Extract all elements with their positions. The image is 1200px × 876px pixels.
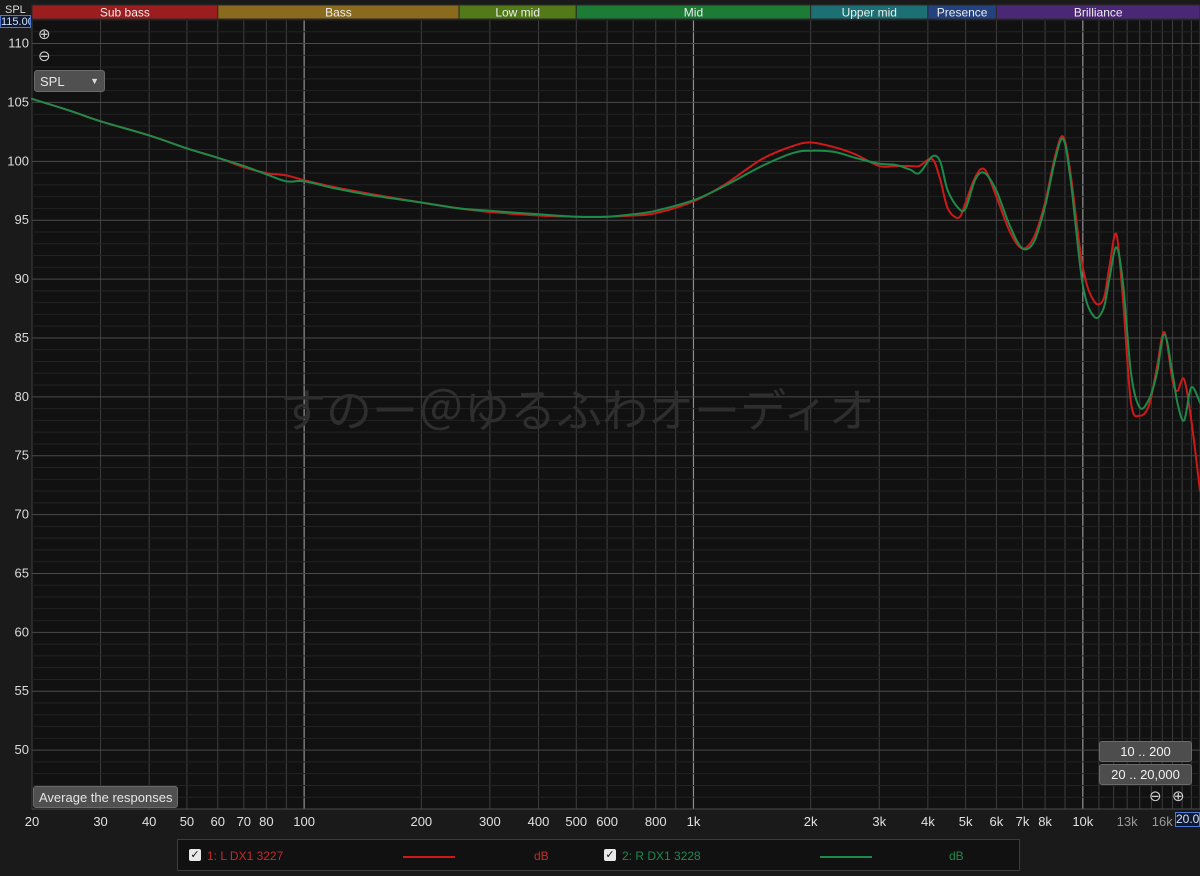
frequency-bands: Sub bass Bass Low mid Mid Upper mid Presence B… bbox=[31, 4, 1200, 20]
y-tick-label: 75 bbox=[15, 448, 29, 463]
x-tick-label: 5k bbox=[959, 814, 973, 829]
legend: ✓ 1: L DX1 3227 dB ✓ 2: R DX1 3228 dB bbox=[177, 839, 1020, 871]
x-tick-label: 100 bbox=[293, 814, 315, 829]
x-tick-label: 300 bbox=[479, 814, 501, 829]
y-tick-labels: 50 55 60 65 70 75 80 85 90 95 100 105 110 bbox=[7, 36, 29, 758]
y-tick-label: 55 bbox=[15, 683, 29, 698]
legend-swatch-2 bbox=[820, 856, 872, 858]
band-label: Low mid bbox=[495, 6, 540, 20]
x-zoom-out-icon[interactable]: ⊖ bbox=[1149, 789, 1162, 804]
x-tick-label: 400 bbox=[528, 814, 550, 829]
x-tick-label: 20 bbox=[25, 814, 39, 829]
chevron-down-icon: ▼ bbox=[90, 76, 99, 86]
legend-checkbox-1[interactable]: ✓ bbox=[189, 849, 201, 861]
zoom-out-icon[interactable]: ⊖ bbox=[38, 49, 51, 64]
y-tick-label: 70 bbox=[15, 507, 29, 522]
x-tick-label: 800 bbox=[645, 814, 667, 829]
x-tick-label: 16k bbox=[1152, 814, 1173, 829]
y-tick-label: 80 bbox=[15, 389, 29, 404]
x-max-input[interactable]: 20.00 bbox=[1175, 812, 1200, 827]
x-tick-label: 200 bbox=[410, 814, 432, 829]
x-tick-label: 1k bbox=[687, 814, 701, 829]
x-tick-label: 50 bbox=[180, 814, 194, 829]
y-tick-label: 100 bbox=[7, 153, 29, 168]
legend-unit-1: dB bbox=[534, 849, 549, 863]
x-tick-label: 60 bbox=[211, 814, 225, 829]
x-tick-label: 2k bbox=[804, 814, 818, 829]
frequency-response-window: Sub bass Bass Low mid Mid Upper mid Presence B… bbox=[0, 0, 1200, 876]
range-10-200-button[interactable]: 10 .. 200 bbox=[1099, 741, 1192, 762]
band-label: Bass bbox=[325, 6, 352, 20]
legend-unit-2: dB bbox=[949, 849, 964, 863]
band-label: Sub bass bbox=[100, 6, 150, 20]
x-tick-label: 6k bbox=[990, 814, 1004, 829]
legend-swatch-1 bbox=[403, 856, 455, 858]
y-tick-label: 65 bbox=[15, 565, 29, 580]
x-tick-label: 10k bbox=[1072, 814, 1093, 829]
x-tick-label: 40 bbox=[142, 814, 156, 829]
x-tick-label: 80 bbox=[259, 814, 273, 829]
y-tick-label: 60 bbox=[15, 624, 29, 639]
zoom-in-icon[interactable]: ⊕ bbox=[38, 27, 51, 42]
x-tick-labels: 20 30 40 50 60 70 80 100 200 300 400 500 600 800 1k 2k 3… bbox=[25, 814, 1173, 829]
y-tick-label: 105 bbox=[7, 94, 29, 109]
mode-dropdown[interactable]: SPL ▼ bbox=[34, 70, 105, 92]
band-label: Upper mid bbox=[842, 6, 897, 20]
y-tick-label: 50 bbox=[15, 742, 29, 757]
x-tick-label: 8k bbox=[1038, 814, 1052, 829]
plot-area bbox=[32, 20, 1200, 809]
x-tick-label: 13k bbox=[1117, 814, 1138, 829]
x-tick-label: 4k bbox=[921, 814, 935, 829]
range-20-20000-button[interactable]: 20 .. 20,000 bbox=[1099, 764, 1192, 785]
x-zoom-in-icon[interactable]: ⊕ bbox=[1172, 789, 1185, 804]
y-tick-label: 95 bbox=[15, 212, 29, 227]
y-tick-label: 110 bbox=[8, 36, 29, 51]
legend-label-1: 1: L DX1 3227 bbox=[207, 849, 284, 863]
legend-checkbox-2[interactable]: ✓ bbox=[604, 849, 616, 861]
legend-label-2: 2: R DX1 3228 bbox=[622, 849, 701, 863]
y-tick-label: 85 bbox=[15, 330, 29, 345]
mode-dropdown-value: SPL bbox=[40, 73, 65, 89]
x-tick-label: 70 bbox=[237, 814, 251, 829]
band-label: Presence bbox=[937, 6, 988, 20]
average-responses-button[interactable]: Average the responses bbox=[33, 786, 179, 808]
x-tick-label: 3k bbox=[872, 814, 886, 829]
band-label: Brilliance bbox=[1074, 6, 1123, 20]
x-tick-label: 30 bbox=[93, 814, 107, 829]
x-tick-label: 7k bbox=[1016, 814, 1030, 829]
y-tick-label: 90 bbox=[15, 271, 29, 286]
frequency-response-chart[interactable]: Sub bass Bass Low mid Mid Upper mid Presence B… bbox=[0, 0, 1200, 876]
x-tick-label: 500 bbox=[565, 814, 587, 829]
y-max-input[interactable]: 115.00 bbox=[0, 15, 31, 28]
x-tick-label: 600 bbox=[596, 814, 618, 829]
band-label: Mid bbox=[684, 6, 703, 20]
